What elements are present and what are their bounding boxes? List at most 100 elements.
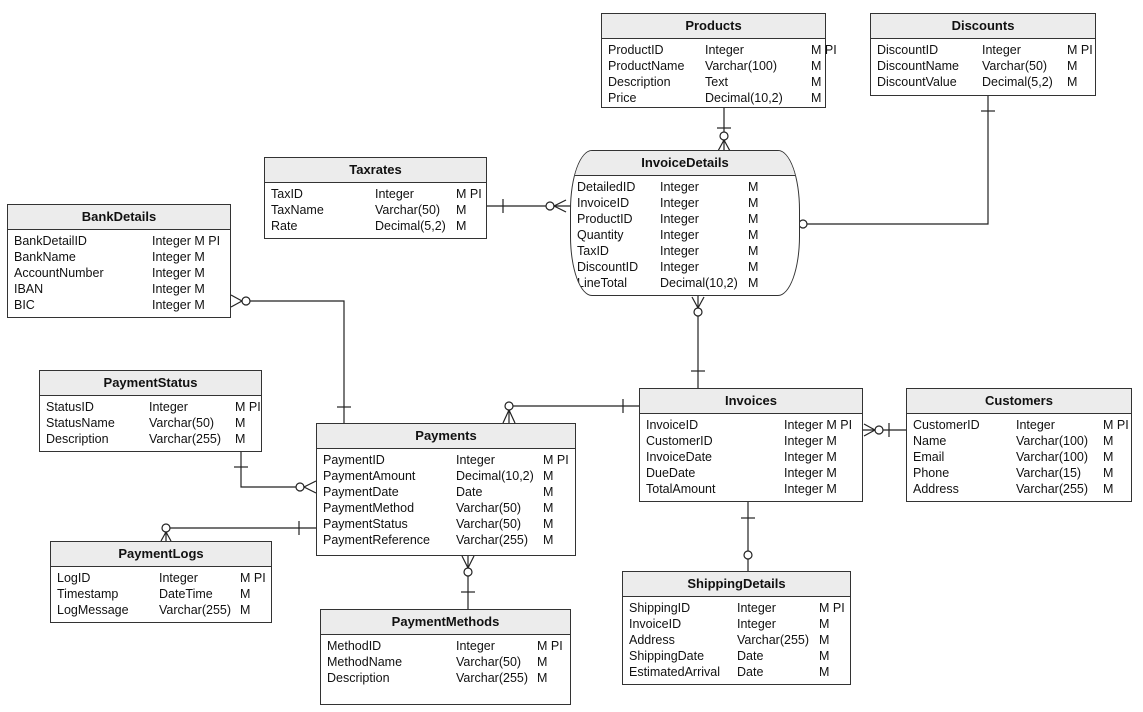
entity-bankdetails[interactable]: BankDetails BankDetailID Integer M PI Bank… — [7, 204, 231, 318]
entity-invoicedetails[interactable]: InvoiceDetails DetailedID Integer M Invoice… — [570, 150, 800, 296]
attribute-flags: M — [194, 266, 205, 280]
attribute-type-flags: Integer M PI — [784, 417, 852, 433]
attribute-type: Varchar(255) — [456, 533, 529, 547]
attribute-name: TaxID — [271, 187, 303, 201]
attribute-type: Varchar(50) — [375, 203, 441, 217]
attribute-flags: M — [456, 203, 467, 217]
attribute-type: Varchar(50) — [456, 517, 522, 531]
attribute-flags: M — [235, 416, 246, 430]
attribute-list: StatusID Integer M PI StatusName Varchar(50)… — [40, 396, 261, 447]
attribute-row: LineTotal Decimal(10,2) M — [577, 275, 799, 291]
attribute-name: Price — [608, 91, 637, 105]
entity-title: Products — [602, 14, 825, 39]
attribute-type: Integer — [737, 617, 776, 631]
attribute-flags: M — [537, 655, 548, 669]
attribute-flags: M — [819, 617, 830, 631]
rel-invoices-invoicedetails — [691, 296, 705, 388]
attribute-row: Email Varchar(100) M — [913, 449, 1131, 465]
attribute-flags: M — [811, 91, 822, 105]
entity-taxrates[interactable]: Taxrates TaxID Integer M PI TaxName Varchar(… — [264, 157, 487, 239]
attribute-name: Rate — [271, 219, 298, 233]
attribute-name: LineTotal — [577, 276, 628, 290]
attribute-list: ProductID Integer M PI ProductName Varchar(1… — [602, 39, 837, 106]
attribute-name: PaymentStatus — [323, 517, 408, 531]
attribute-flags: M PI — [240, 571, 266, 585]
attribute-type-flags: Integer M — [152, 249, 205, 265]
attribute-row: TaxName Varchar(50) M — [271, 202, 486, 218]
attribute-type: Integer — [737, 601, 776, 615]
attribute-flags: M — [748, 196, 759, 210]
entity-discounts[interactable]: Discounts DiscountID Integer M PI DiscountN… — [870, 13, 1096, 96]
attribute-name: ShippingID — [629, 601, 691, 615]
attribute-type: Integer — [1016, 418, 1055, 432]
attribute-row: Price Decimal(10,2) M — [608, 90, 825, 106]
attribute-row: MethodID Integer M PI — [327, 638, 570, 654]
attribute-row: LogID Integer M PI — [57, 570, 271, 586]
attribute-flags: M — [543, 501, 554, 515]
entity-payments[interactable]: Payments PaymentID Integer M PI PaymentAmou… — [316, 423, 576, 556]
rel-invoices-payments — [502, 399, 639, 424]
attribute-name: Phone — [913, 466, 950, 480]
attribute-name: BankDetailID — [14, 234, 87, 248]
attribute-name: DiscountID — [877, 43, 939, 57]
attribute-row: DiscountValue Decimal(5,2) M — [877, 74, 1095, 90]
attribute-row: PaymentMethod Varchar(50) M — [323, 500, 575, 516]
attribute-flags: M — [1067, 59, 1078, 73]
attribute-type: Varchar(255) — [149, 432, 222, 446]
attribute-row: StatusID Integer M PI — [46, 399, 261, 415]
rel-discounts-invoicedetails — [787, 96, 995, 231]
entity-title: Payments — [317, 424, 575, 449]
entity-shippingdetails[interactable]: ShippingDetails ShippingID Integer M PI Inv… — [622, 571, 851, 685]
attribute-type: Integer — [456, 639, 495, 653]
attribute-type: Varchar(15) — [1016, 466, 1082, 480]
attribute-row: CustomerID Integer M PI — [913, 417, 1131, 433]
attribute-name: CustomerID — [913, 418, 980, 432]
attribute-type-flags: Integer M — [152, 265, 205, 281]
attribute-row: DiscountName Varchar(50) M — [877, 58, 1095, 74]
attribute-flags: M PI — [543, 453, 569, 467]
attribute-flags: M — [240, 603, 251, 617]
attribute-row: BankDetailID Integer M PI — [14, 233, 230, 249]
attribute-flags: M — [543, 517, 554, 531]
entity-customers[interactable]: Customers CustomerID Integer M PI Name Varch… — [906, 388, 1132, 502]
attribute-type: Integer — [784, 450, 823, 464]
attribute-flags: M — [543, 469, 554, 483]
entity-invoices[interactable]: Invoices InvoiceID Integer M PI CustomerID… — [639, 388, 863, 502]
entity-paymentlogs[interactable]: PaymentLogs LogID Integer M PI Timestamp Dat… — [50, 541, 272, 623]
attribute-type: Varchar(255) — [159, 603, 232, 617]
attribute-row: AccountNumber Integer M — [14, 265, 230, 281]
attribute-row: InvoiceID Integer M — [629, 616, 850, 632]
entity-paymentstatus[interactable]: PaymentStatus StatusID Integer M PI StatusN… — [39, 370, 262, 452]
attribute-flags: M — [1103, 434, 1114, 448]
attribute-list: ShippingID Integer M PI InvoiceID Integer M Ad… — [623, 597, 850, 680]
entity-paymentmethods[interactable]: PaymentMethods MethodID Integer M PI Method… — [320, 609, 571, 705]
attribute-type: Integer — [660, 244, 699, 258]
attribute-type-flags: Integer M — [784, 433, 837, 449]
attribute-name: Name — [913, 434, 947, 448]
attribute-row: Timestamp DateTime M — [57, 586, 271, 602]
entity-title: PaymentStatus — [40, 371, 261, 396]
attribute-flags: M — [240, 587, 251, 601]
attribute-flags: M — [826, 450, 837, 464]
attribute-row: StatusName Varchar(50) M — [46, 415, 261, 431]
attribute-name: Description — [46, 432, 109, 446]
attribute-flags: M — [826, 482, 837, 496]
attribute-name: ShippingDate — [629, 649, 705, 663]
attribute-type: Integer — [159, 571, 198, 585]
attribute-type: Varchar(50) — [456, 501, 522, 515]
attribute-name: InvoiceDate — [646, 450, 713, 464]
rel-payments-paymentlogs — [160, 521, 316, 542]
entity-products[interactable]: Products ProductID Integer M PI ProductName… — [601, 13, 837, 108]
attribute-row: Description Varchar(255) M — [46, 431, 261, 447]
attribute-type-flags: Integer M — [784, 481, 837, 497]
attribute-row: DueDate Integer M — [646, 465, 862, 481]
attribute-name: MethodID — [327, 639, 382, 653]
attribute-row: TaxID Integer M PI — [271, 186, 486, 202]
attribute-row: Name Varchar(100) M — [913, 433, 1131, 449]
attribute-row: PaymentAmount Decimal(10,2) M — [323, 468, 575, 484]
attribute-type: Integer — [784, 466, 823, 480]
attribute-flags: M PI — [826, 418, 853, 432]
attribute-name: EstimatedArrival — [629, 665, 720, 679]
attribute-flags: M PI — [819, 601, 845, 615]
entity-title: BankDetails — [8, 205, 230, 230]
